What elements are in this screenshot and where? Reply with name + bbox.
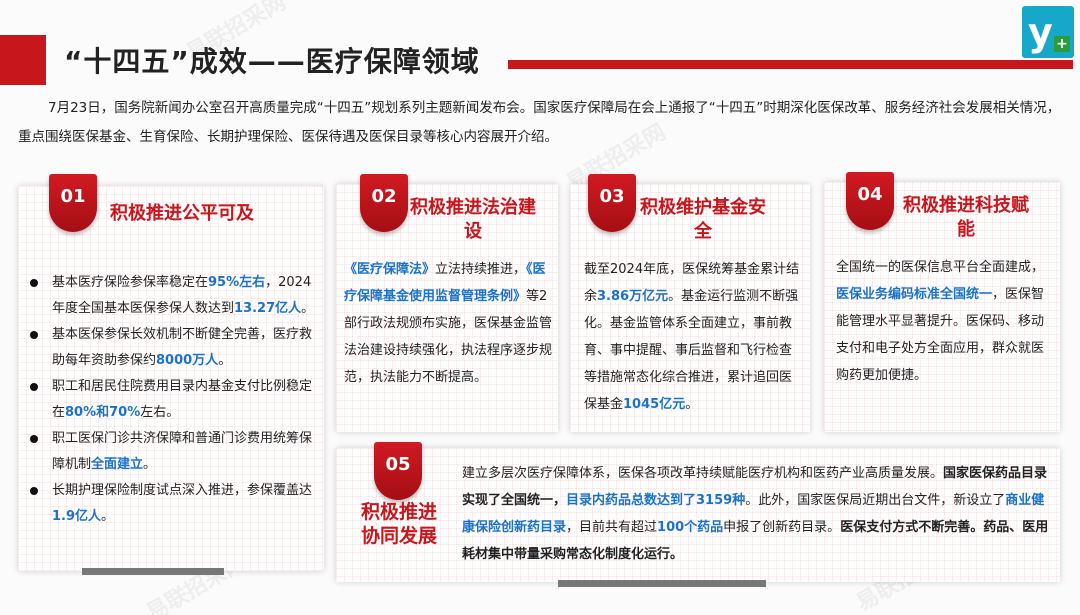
slide: 易联招采网 易联招采网 易联招采网 易联招采网 “十四五”成效——医疗保障领域 … — [0, 0, 1080, 615]
card-number-badge: 01 — [49, 174, 97, 232]
list-item: 职工医保门诊共济保障和普通门诊费用统筹保障机制全面建立。 — [26, 426, 318, 478]
card-body: 全国统一的医保信息平台全面建成，医保业务编码标准全国统一，医保智能管理水平显著提… — [836, 260, 1045, 383]
card-02: 02 积极推进法治建设 《医疗保障法》立法持续推进，《医疗保障基金使用监督管理条… — [336, 174, 558, 432]
card-underline — [558, 580, 766, 587]
card-05: 05 积极推进协同发展 建立多层次医疗保障体系，医保各项改革持续赋能医疗机构和医… — [336, 442, 1060, 582]
intro-paragraph: 7月23日，国务院新闻办公室召开高质量完成“十四五”规划系列主题新闻发布会。国家… — [18, 100, 1061, 145]
card-title: 积极维护基金安全 — [640, 197, 766, 242]
list-item: 职工和居民住院费用目录内基金支付比例稳定在80%和70%左右。 — [26, 374, 318, 426]
card-number-badge: 04 — [846, 172, 894, 230]
card-body: 截至2024年底，医保统筹基金累计结余3.86万亿元。基金运行监测不断强化。基金… — [584, 262, 800, 412]
card-underline — [82, 568, 224, 575]
card-body: 建立多层次医疗保障体系，医保各项改革持续赋能医疗机构和医药产业高质量发展。国家医… — [462, 466, 1049, 562]
card-title: 积极推进科技赋能 — [903, 195, 1029, 240]
card-01: 01 积极推进公平可及 基本医疗保险参保率稳定在95%左右，2024年度全国基本… — [18, 174, 324, 571]
card-number-badge: 03 — [588, 174, 636, 232]
card-body: 《医疗保障法》立法持续推进，《医疗保障基金使用监督管理条例》等2部行政法规颁布实… — [344, 262, 553, 385]
list-item: 基本医疗保险参保率稳定在95%左右，2024年度全国基本医保参保人数达到13.2… — [26, 270, 318, 322]
card-number-badge: 05 — [374, 442, 422, 500]
header-accent-block — [0, 35, 46, 85]
brand-logo: y + — [1022, 6, 1074, 58]
list-item: 基本医保参保长效机制不断健全完善，医疗救助每年资助参保约8000万人。 — [26, 322, 318, 374]
card-04: 04 积极推进科技赋能 全国统一的医保信息平台全面建成，医保业务编码标准全国统一… — [824, 172, 1060, 432]
bullet-list: 基本医疗保险参保率稳定在95%左右，2024年度全国基本医保参保人数达到13.2… — [26, 270, 318, 530]
card-title: 积极推进法治建设 — [410, 197, 536, 242]
page-title: “十四五”成效——医疗保障领域 — [64, 45, 480, 78]
list-item: 长期护理保险制度试点深入推进，参保覆盖达1.9亿人。 — [26, 478, 318, 530]
card-03: 03 积极维护基金安全 截至2024年底，医保统筹基金累计结余3.86万亿元。基… — [570, 174, 810, 432]
header-rule — [508, 60, 1073, 69]
card-number-badge: 02 — [360, 174, 408, 232]
card-title: 积极推进公平可及 — [110, 203, 254, 224]
card-title: 积极推进协同发展 — [360, 501, 437, 547]
